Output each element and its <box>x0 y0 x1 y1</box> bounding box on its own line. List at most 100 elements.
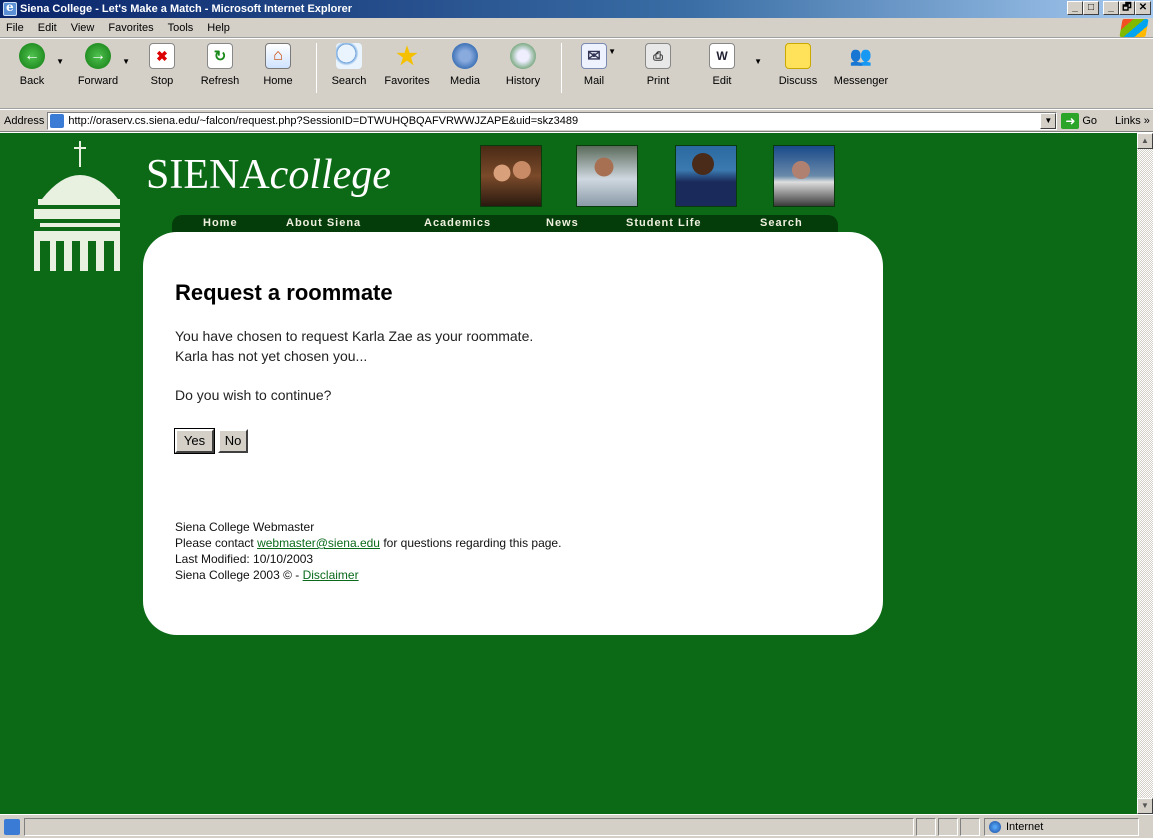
discuss-label: Discuss <box>778 75 818 87</box>
student-photo <box>675 145 737 207</box>
discuss-icon <box>785 43 811 69</box>
messenger-icon: 👥 <box>849 45 873 66</box>
minimize-button[interactable]: _ <box>1067 1 1083 15</box>
window-title: Siena College - Let's Make a Match - Mic… <box>20 3 353 15</box>
status-panel <box>938 817 958 836</box>
address-bar: Address http://oraserv.cs.siena.edu/~fal… <box>0 110 1153 132</box>
zone-label: Internet <box>1006 820 1044 833</box>
menu-edit[interactable]: Edit <box>38 22 57 34</box>
disclaimer-link[interactable]: Disclaimer <box>303 568 359 582</box>
internet-globe-icon <box>989 820 1001 833</box>
menu-view[interactable]: View <box>71 22 95 34</box>
request-message: You have chosen to request Karla Zae as … <box>175 328 534 344</box>
mail-button[interactable]: ✉ Mail ▼ <box>568 43 620 87</box>
forward-arrow-icon: → <box>85 43 111 69</box>
back-label: Back <box>19 75 45 87</box>
footer-webmaster: Siena College Webmaster <box>175 520 315 534</box>
mail-icon: ✉ <box>581 43 607 69</box>
stop-button[interactable]: ✖ Stop <box>136 43 188 87</box>
nav-search[interactable]: Search <box>760 217 803 229</box>
go-button[interactable]: ➜ Go <box>1061 112 1098 129</box>
address-url[interactable]: http://oraserv.cs.siena.edu/~falcon/requ… <box>68 115 578 127</box>
media-label: Media <box>450 75 480 87</box>
media-button[interactable]: Media <box>439 43 491 87</box>
toolbar-separator <box>316 43 317 93</box>
stop-icon: ✖ <box>149 43 175 69</box>
print-label: Print <box>646 75 670 87</box>
menu-favorites[interactable]: Favorites <box>108 22 153 34</box>
favorites-star-icon: ★ <box>396 42 418 70</box>
student-photo <box>773 145 835 207</box>
close-button[interactable]: ✕ <box>1135 1 1151 15</box>
search-button[interactable]: Search <box>323 43 375 87</box>
nav-academics[interactable]: Academics <box>424 217 491 229</box>
edit-dropdown-icon[interactable]: ▼ <box>754 57 762 66</box>
window-controls: _ □ _ 🗗 ✕ <box>1067 1 1151 15</box>
copyright-text: Siena College 2003 © - <box>175 568 303 582</box>
home-icon: ⌂ <box>265 43 291 69</box>
edit-word-icon: W <box>709 43 735 69</box>
menu-file[interactable]: File <box>6 22 24 34</box>
nav-news[interactable]: News <box>546 217 579 229</box>
content-card: Request a roommate You have chosen to re… <box>143 232 883 635</box>
history-button[interactable]: History <box>497 43 549 87</box>
footer-copyright: Siena College 2003 © - Disclaimer <box>175 568 359 582</box>
media-icon <box>452 43 478 69</box>
scroll-up-icon[interactable]: ▲ <box>1137 133 1153 149</box>
forward-button[interactable]: → Forward ▼ <box>72 43 130 87</box>
mail-dropdown-icon[interactable]: ▼ <box>608 47 616 56</box>
child-restore-button[interactable]: 🗗 <box>1119 1 1135 15</box>
print-button[interactable]: ⎙ Print <box>632 43 684 87</box>
links-toolbar[interactable]: Links » <box>1115 115 1150 127</box>
address-dropdown-icon[interactable]: ▼ <box>1040 112 1057 129</box>
toolbar-separator <box>561 43 562 93</box>
home-button[interactable]: ⌂ Home <box>252 43 304 87</box>
address-label: Address <box>4 114 45 127</box>
edit-button[interactable]: W Edit ▼ <box>696 43 762 87</box>
page-heading: Request a roommate <box>175 280 393 305</box>
status-bar: Internet <box>0 814 1153 838</box>
nav-home[interactable]: Home <box>203 217 238 229</box>
back-dropdown-icon[interactable]: ▼ <box>56 57 64 66</box>
confirm-question: Do you wish to continue? <box>175 387 332 403</box>
child-minimize-button[interactable]: _ <box>1103 1 1119 15</box>
brand-italic: college <box>269 152 391 198</box>
history-icon <box>510 43 536 69</box>
back-arrow-icon: ← <box>19 43 45 69</box>
discuss-button[interactable]: Discuss <box>772 43 824 87</box>
page-status-icon <box>4 818 20 835</box>
refresh-label: Refresh <box>200 75 240 87</box>
go-label: Go <box>1082 114 1098 127</box>
forward-dropdown-icon[interactable]: ▼ <box>122 57 130 66</box>
site-nav: Home About Siena Academics News Student … <box>172 215 838 233</box>
no-button[interactable]: No <box>218 429 248 453</box>
favorites-button[interactable]: ★ Favorites <box>381 42 433 88</box>
restore-button[interactable]: □ <box>1083 1 1099 15</box>
status-panel <box>916 817 936 836</box>
scroll-down-icon[interactable]: ▼ <box>1137 798 1153 814</box>
contact-suffix: for questions regarding this page. <box>379 536 562 550</box>
page-viewport: SIENAcollege Home About Siena Academics … <box>0 133 1137 814</box>
address-input[interactable]: http://oraserv.cs.siena.edu/~falcon/requ… <box>47 111 1058 130</box>
nav-student-life[interactable]: Student Life <box>626 217 702 229</box>
refresh-button[interactable]: ↻ Refresh <box>194 43 246 87</box>
status-panel <box>960 817 980 836</box>
ie-icon <box>3 0 17 16</box>
contact-prefix: Please contact <box>175 536 258 550</box>
webmaster-email-link[interactable]: webmaster@siena.edu <box>257 536 380 550</box>
menu-tools[interactable]: Tools <box>168 22 194 34</box>
status-message: Karla has not yet chosen you... <box>175 348 368 364</box>
back-button[interactable]: ← Back ▼ <box>6 43 64 87</box>
menu-help[interactable]: Help <box>207 22 230 34</box>
siena-college-wordmark[interactable]: SIENAcollege <box>146 151 391 199</box>
mail-label: Mail <box>583 75 605 87</box>
messenger-button[interactable]: 👥 Messenger <box>830 43 892 88</box>
vertical-scrollbar[interactable]: ▲ ▼ <box>1137 133 1153 814</box>
stop-label: Stop <box>150 75 174 87</box>
search-label: Search <box>331 75 367 87</box>
student-photo <box>480 145 542 207</box>
student-photo <box>576 145 638 207</box>
yes-button[interactable]: Yes <box>174 428 215 454</box>
nav-about-siena[interactable]: About Siena <box>286 217 361 229</box>
go-arrow-icon: ➜ <box>1061 112 1080 129</box>
